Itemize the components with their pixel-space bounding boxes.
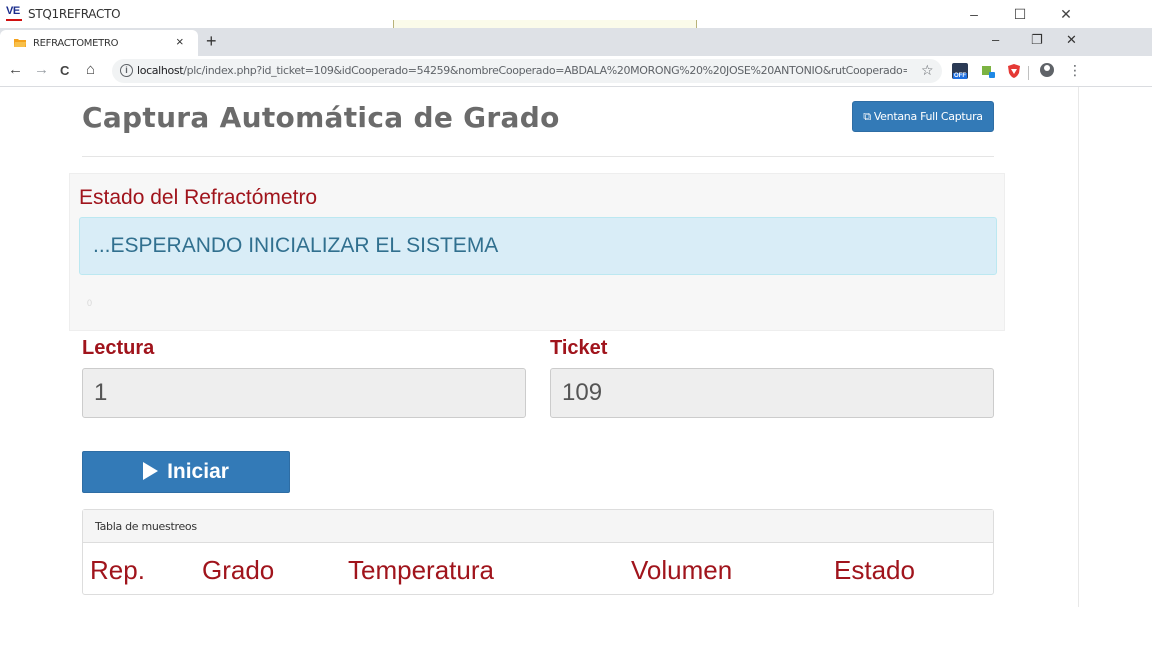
window-close-button[interactable]: ✕ xyxy=(1056,4,1076,24)
back-arrow-icon[interactable]: ← xyxy=(8,61,23,78)
column-header-volumen: Volumen xyxy=(631,555,733,585)
column-header-estado: Estado xyxy=(834,555,915,585)
browser-tab-strip: REFRACTOMETRO × + – ❐ ✕ xyxy=(0,28,1152,56)
address-bar[interactable]: i localhost/plc/index.php?id_ticket=109&… xyxy=(112,59,942,83)
browser-close-button[interactable]: ✕ xyxy=(1066,32,1077,48)
profile-icon[interactable] xyxy=(1040,63,1054,77)
forward-arrow-icon[interactable]: → xyxy=(34,61,49,78)
browser-minimize-button[interactable]: – xyxy=(992,32,999,47)
column-header-temperatura: Temperatura xyxy=(348,555,494,585)
samples-title: Tabla de muestreos xyxy=(95,520,197,533)
new-tab-button[interactable]: + xyxy=(206,31,217,52)
app-logo-icon: VE xyxy=(6,5,22,21)
start-button-label: Iniciar xyxy=(167,460,229,483)
status-alert: ...ESPERANDO INICIALIZAR EL SISTEMA xyxy=(79,217,997,275)
samples-panel-header: Tabla de muestreos xyxy=(83,510,993,543)
home-icon[interactable]: ⌂ xyxy=(86,61,95,78)
shopping-extension-icon[interactable]: OFF xyxy=(952,63,968,79)
info-icon[interactable]: i xyxy=(120,64,133,77)
folder-icon xyxy=(14,39,26,47)
window-title: STQ1REFRACTO xyxy=(28,7,121,21)
toolbar-separator xyxy=(1028,66,1029,80)
page-title: Captura Automática de Grado xyxy=(82,101,560,134)
shield-extension-icon[interactable] xyxy=(1006,63,1022,79)
lectura-field[interactable]: 1 xyxy=(82,368,526,418)
title-divider xyxy=(82,156,994,157)
page-content: Captura Automática de Grado ⧉ Ventana Ful… xyxy=(0,87,1078,648)
reload-icon[interactable]: C xyxy=(60,63,69,78)
column-header-grado: Grado xyxy=(202,555,275,585)
os-title-bar: VE STQ1REFRACTO – ☐ ✕ xyxy=(0,0,1152,32)
status-panel: Estado del Refractómetro ...ESPERANDO IN… xyxy=(69,173,1005,331)
browser-tab[interactable]: REFRACTOMETRO × xyxy=(0,30,198,56)
browser-toolbar: ← → C ⌂ i localhost/plc/index.php?id_tic… xyxy=(0,56,1152,87)
tab-close-icon[interactable]: × xyxy=(176,34,184,49)
start-button[interactable]: Iniciar xyxy=(82,451,290,493)
url-text[interactable]: localhost/plc/index.php?id_ticket=109&id… xyxy=(137,64,907,77)
bookmark-star-icon[interactable]: ☆ xyxy=(921,62,934,79)
lectura-label: Lectura xyxy=(82,337,155,359)
ticket-field[interactable]: 109 xyxy=(550,368,994,418)
ticket-label: Ticket xyxy=(550,337,608,359)
external-link-icon: ⧉ xyxy=(863,110,871,123)
play-icon xyxy=(143,462,159,480)
full-capture-label: Ventana Full Captura xyxy=(873,110,983,123)
column-header-rep: Rep. xyxy=(90,555,145,585)
status-heading: Estado del Refractómetro xyxy=(79,186,318,209)
page-scrollbar[interactable] xyxy=(1078,87,1079,607)
window-maximize-button[interactable]: ☐ xyxy=(1010,4,1030,24)
status-message: ...ESPERANDO INICIALIZAR EL SISTEMA xyxy=(93,234,499,257)
full-capture-button[interactable]: ⧉ Ventana Full Captura xyxy=(852,101,994,132)
browser-restore-button[interactable]: ❐ xyxy=(1031,32,1043,48)
puzzle-extension-icon[interactable] xyxy=(980,63,996,79)
window-minimize-button[interactable]: – xyxy=(964,4,984,24)
status-counter: 0 xyxy=(87,298,93,308)
more-menu-icon[interactable]: ⋮ xyxy=(1068,62,1082,79)
tab-label: REFRACTOMETRO xyxy=(33,38,119,49)
samples-panel: Tabla de muestreos Rep. Grado Temperatur… xyxy=(82,509,994,595)
